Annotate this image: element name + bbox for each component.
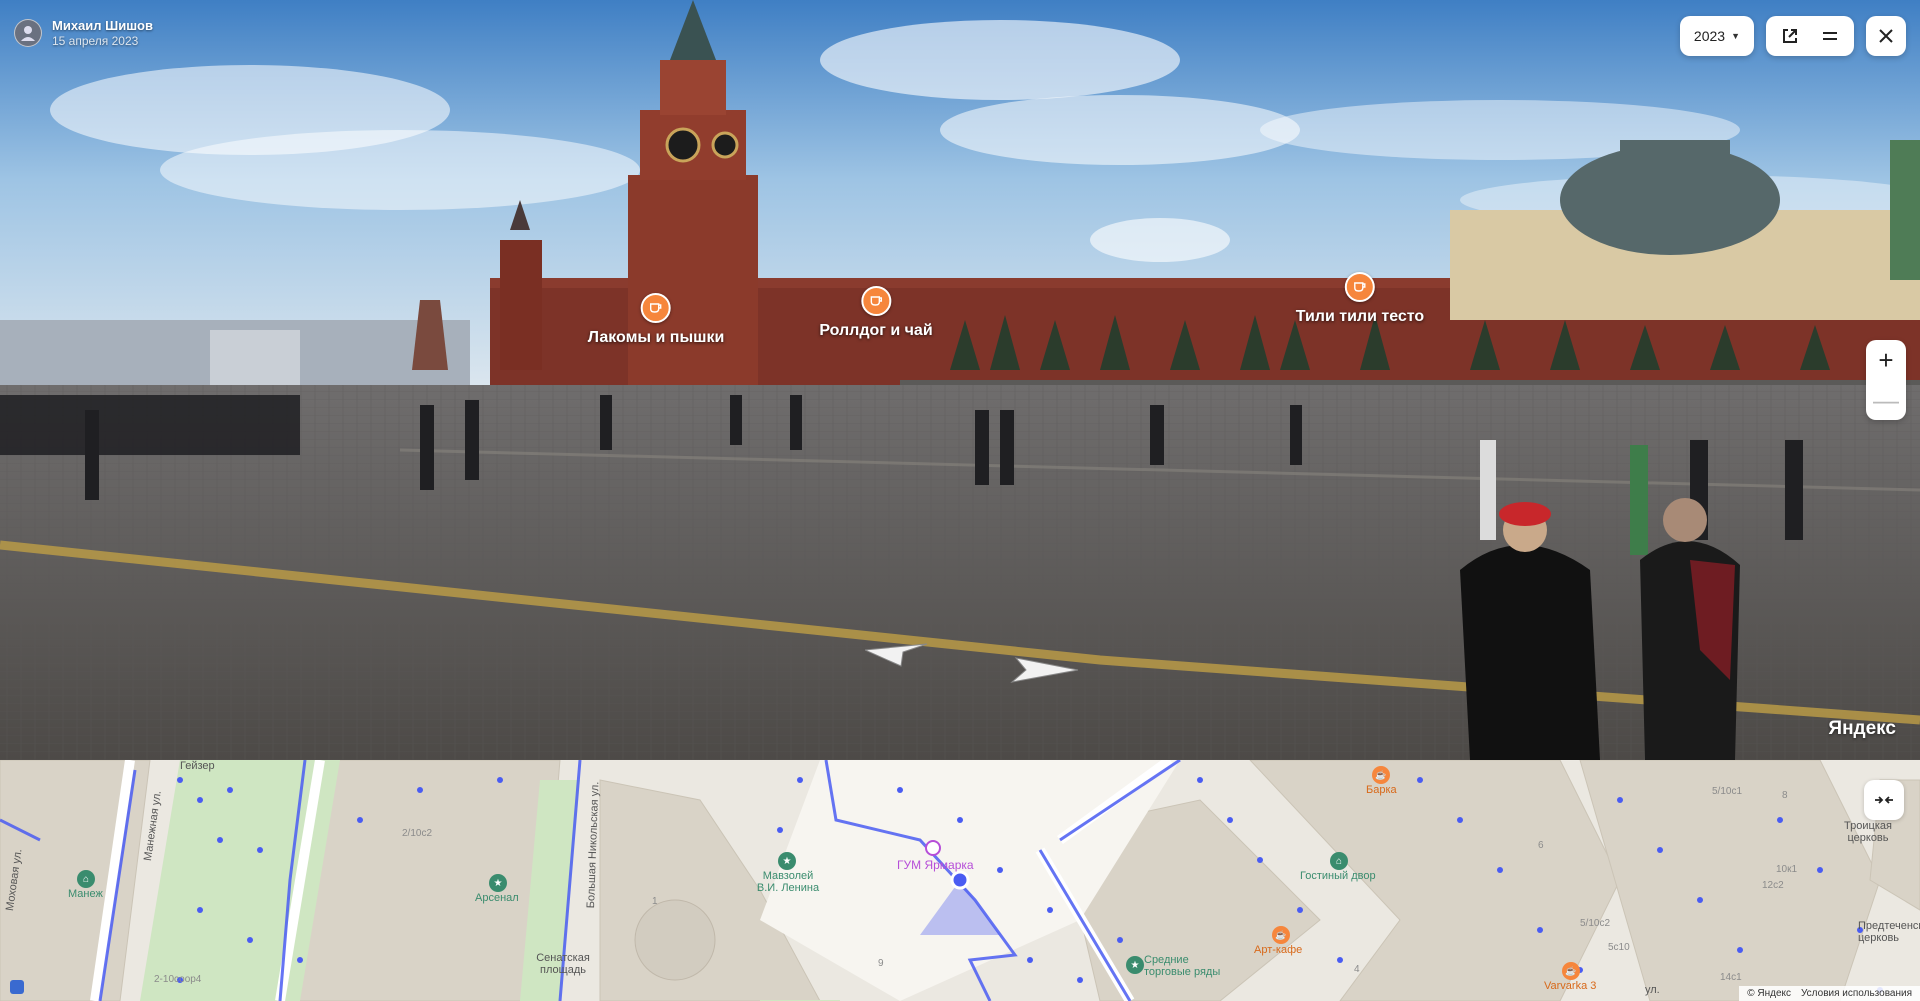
house-number: 1 xyxy=(652,896,658,907)
house-number: 14с1 xyxy=(1720,972,1742,983)
place-label[interactable]: Предтеченска церковь xyxy=(1858,920,1920,944)
view-actions xyxy=(1766,16,1854,56)
house-number: 10к1 xyxy=(1776,864,1798,875)
plus-icon: + xyxy=(1878,344,1894,375)
map-copyright: © Яндекс Условия использования xyxy=(1739,986,1920,1001)
house-number: 2-10соор4 xyxy=(154,974,202,985)
photo-date: 15 апреля 2023 xyxy=(52,34,139,48)
shopping-icon[interactable] xyxy=(925,840,941,856)
author-info[interactable]: Михаил Шишов 15 апреля 2023 xyxy=(14,18,153,48)
author-avatar[interactable] xyxy=(14,19,42,47)
panorama-view[interactable]: Михаил Шишов 15 апреля 2023 2023 ▼ + — Л… xyxy=(0,0,1920,760)
place-label[interactable]: ГУМ Ярмарка xyxy=(897,858,974,872)
split-horizontal-icon xyxy=(1823,32,1837,40)
pano-poi-label: Роллдог и чай xyxy=(819,322,933,339)
pano-poi-label: Тили тили тесто xyxy=(1295,308,1425,325)
cafe-icon xyxy=(860,286,891,316)
panorama-image[interactable] xyxy=(0,0,1920,760)
minus-icon: — xyxy=(1873,384,1899,415)
museum-icon[interactable]: ⌂ xyxy=(77,870,95,888)
cafe-icon[interactable]: ☕ xyxy=(1272,926,1290,944)
year-select[interactable]: 2023 ▼ xyxy=(1679,16,1754,56)
house-number: 9 xyxy=(878,958,884,969)
zoom-out-button[interactable]: — xyxy=(1866,380,1906,420)
house-number: 12с2 xyxy=(1762,880,1784,891)
year-value: 2023 xyxy=(1693,28,1726,44)
place-label: Сенатская площадь xyxy=(536,952,590,976)
zoom-controls: + — xyxy=(1866,340,1906,420)
place-label[interactable]: Гостиный двор xyxy=(1300,870,1376,882)
zoom-in-button[interactable]: + xyxy=(1866,340,1906,380)
place-label[interactable]: Троицкая церковь xyxy=(1836,820,1900,844)
pano-poi[interactable]: Тили тили тесто xyxy=(1296,272,1424,326)
street-label: ул. xyxy=(1645,984,1660,996)
pano-poi[interactable]: Роллдог и чай xyxy=(819,286,933,340)
place-label[interactable]: Средние торговые ряды xyxy=(1144,954,1234,978)
cafe-icon xyxy=(1344,272,1375,302)
split-view-button[interactable] xyxy=(1812,18,1848,54)
place-label[interactable]: Арт-кафе xyxy=(1254,944,1302,956)
close-button[interactable] xyxy=(1866,16,1906,56)
house-number: 6 xyxy=(1538,840,1544,851)
nav-arrow-back-icon[interactable] xyxy=(865,638,935,668)
star-icon[interactable]: ★ xyxy=(1126,956,1144,974)
open-external-button[interactable] xyxy=(1772,18,1808,54)
pano-poi-label: Лакомы и пышки xyxy=(587,329,725,346)
caret-down-icon: ▼ xyxy=(1731,31,1740,41)
cafe-icon xyxy=(641,293,671,323)
place-label[interactable]: Арсенал xyxy=(475,892,519,904)
collapse-map-button[interactable] xyxy=(1864,780,1904,820)
copyright-text[interactable]: © Яндекс xyxy=(1747,988,1791,999)
collapse-icon xyxy=(1875,796,1893,804)
star-icon[interactable]: ★ xyxy=(778,852,796,870)
map-canvas[interactable] xyxy=(0,760,1920,1001)
cafe-icon[interactable]: ☕ xyxy=(1562,962,1580,980)
house-number: 5/10с2 xyxy=(1580,918,1611,929)
cafe-icon[interactable]: ☕ xyxy=(1372,766,1390,784)
house-number: 8 xyxy=(1782,790,1788,801)
house-number: 4 xyxy=(1354,964,1360,975)
building-icon[interactable]: ⌂ xyxy=(1330,852,1348,870)
house-number: 5/10с1 xyxy=(1712,786,1743,797)
yandex-logo: Яндекс xyxy=(1828,718,1896,739)
place-label[interactable]: Манеж xyxy=(68,888,103,900)
mini-map[interactable]: Моховая ул. Манежная ул. Большая Никольс… xyxy=(0,760,1920,1001)
house-number: 5с10 xyxy=(1608,942,1630,953)
place-label[interactable]: Мавзолей В.И. Ленина xyxy=(752,870,824,894)
star-icon[interactable]: ★ xyxy=(489,874,507,892)
user-icon xyxy=(21,26,35,41)
metro-icon[interactable] xyxy=(10,980,24,994)
terms-link[interactable]: Условия использования xyxy=(1801,988,1912,999)
top-controls: 2023 ▼ xyxy=(1679,16,1906,56)
external-link-icon xyxy=(1783,29,1797,43)
place-label: Гейзер xyxy=(180,760,215,772)
pano-poi[interactable]: Лакомы и пышки xyxy=(587,293,725,347)
author-name[interactable]: Михаил Шишов xyxy=(52,18,153,33)
close-icon xyxy=(1879,29,1893,43)
place-label[interactable]: Барка xyxy=(1366,784,1397,796)
nav-arrow-forward-icon[interactable] xyxy=(1008,656,1080,684)
house-number: 2/10с2 xyxy=(402,828,433,839)
place-label[interactable]: Varvarka 3 xyxy=(1544,980,1596,992)
